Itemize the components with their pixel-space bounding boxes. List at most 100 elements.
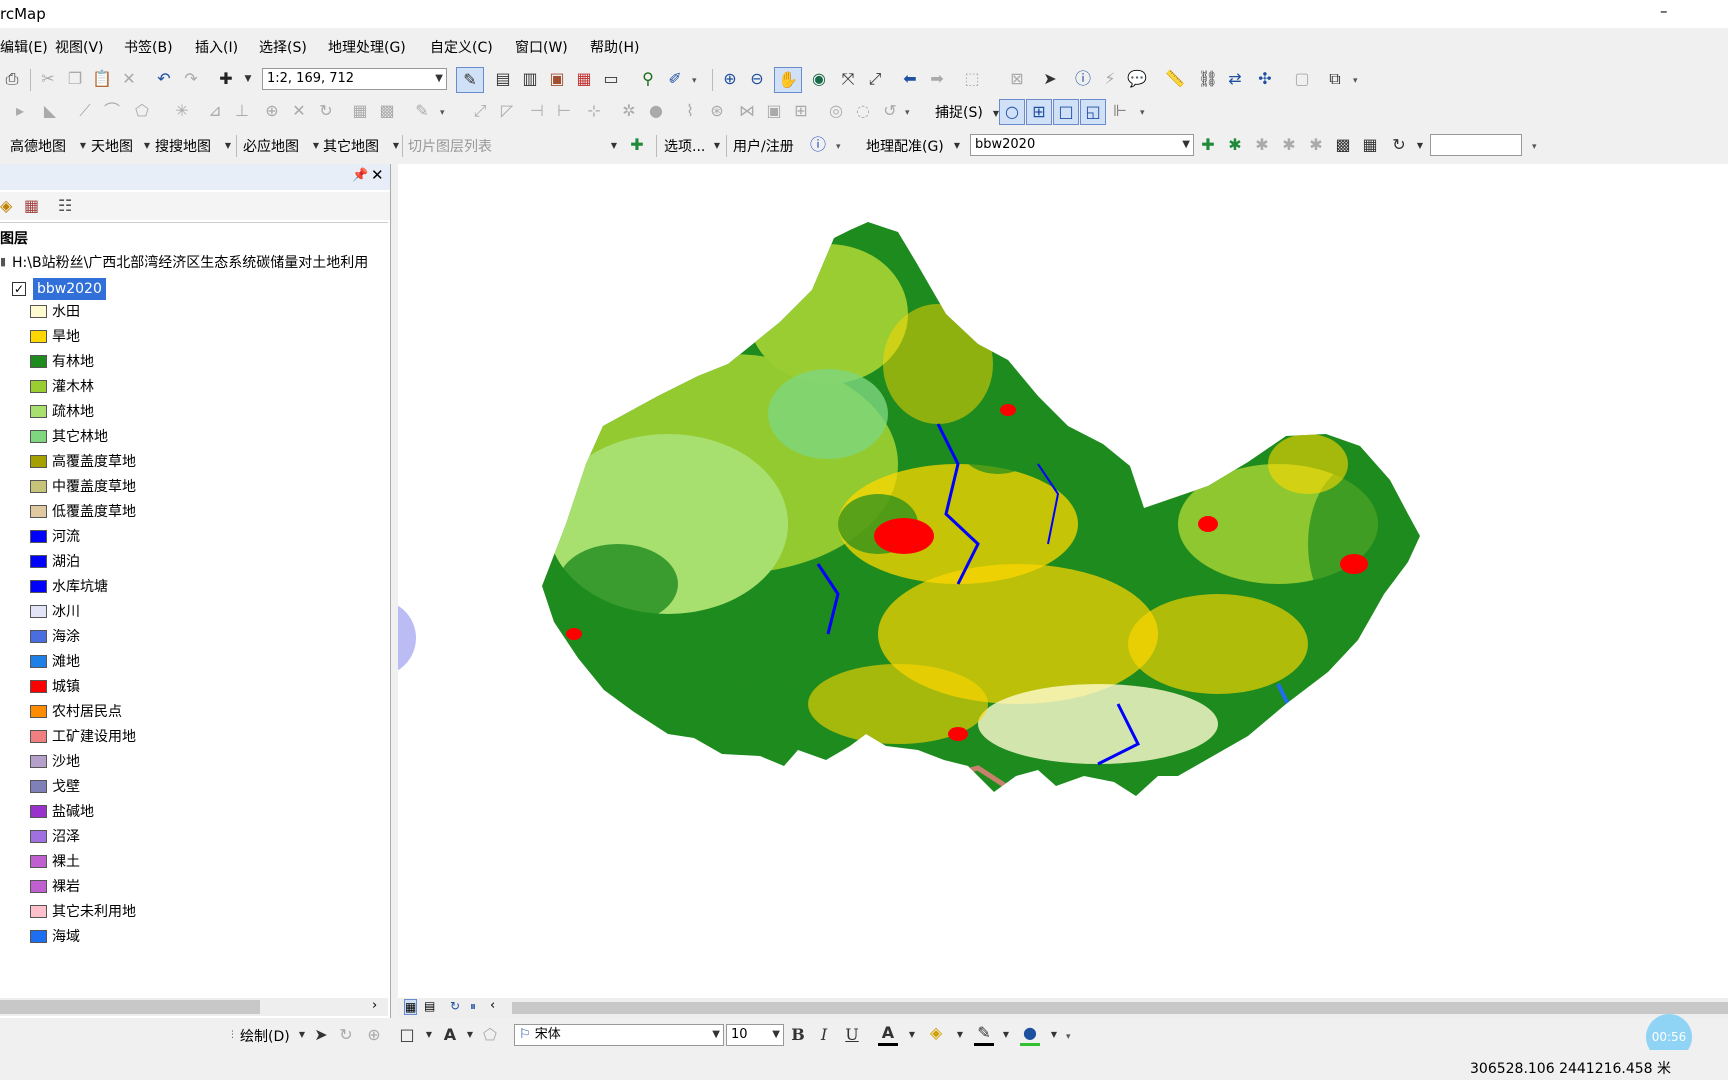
zoom-in-icon[interactable]: ⊕ — [720, 69, 740, 89]
undo-topology-icon[interactable]: ↺ — [880, 101, 900, 121]
legend-swatch[interactable] — [30, 930, 47, 943]
chevron-down-icon[interactable]: ▼ — [950, 1025, 970, 1045]
chevron-down-icon[interactable]: ▼ — [1044, 1025, 1064, 1045]
undo-icon[interactable]: ↶ — [154, 69, 174, 89]
zoom-to-elements-icon[interactable]: ⊕ — [364, 1025, 384, 1045]
legend-swatch[interactable] — [30, 330, 47, 343]
link-table-icon[interactable]: ▦ — [1360, 135, 1380, 155]
legend-swatch[interactable] — [30, 405, 47, 418]
legend-swatch[interactable] — [30, 630, 47, 643]
viewer-icon[interactable]: ▩ — [1333, 135, 1353, 155]
fixed-zoom-in-icon[interactable]: ⤧ — [838, 69, 858, 89]
toolbar-grip-icon[interactable]: ▾ — [1532, 142, 1540, 154]
clear-selection-icon[interactable]: ⊠ — [1007, 69, 1027, 89]
text-tool-icon[interactable]: A — [440, 1025, 460, 1045]
legend-swatch[interactable] — [30, 480, 47, 493]
topology-edit-icon[interactable]: ⋈ — [737, 101, 757, 121]
find-binoculars-icon[interactable]: ⛓ — [1198, 69, 1218, 89]
toolbar-grip-icon[interactable]: ▾ — [1353, 76, 1361, 88]
rotate-georef-icon[interactable]: ✱ — [1252, 135, 1272, 155]
toolbar-grip-icon[interactable]: ▾ — [440, 108, 448, 120]
font-family-combo[interactable]: ⚐ 宋体 ▼ — [514, 1024, 724, 1046]
bold-icon[interactable]: B — [788, 1025, 808, 1045]
menu-edit[interactable]: 编辑(E) — [0, 37, 48, 57]
legend-swatch[interactable] — [30, 830, 47, 843]
chevron-down-icon[interactable]: ▼ — [996, 1025, 1016, 1045]
create-viewer-window-icon[interactable]: ⧉ — [1325, 69, 1345, 89]
map-scale-combo[interactable]: 1:2, 169, 712 ▼ — [262, 68, 447, 90]
list-by-source-icon[interactable]: ▦ — [24, 196, 39, 215]
pause-drawing-icon[interactable]: ⏸ — [470, 999, 476, 1014]
legend-swatch[interactable] — [30, 530, 47, 543]
table-of-contents-icon[interactable]: ▥ — [520, 69, 540, 89]
menu-selection[interactable]: 选择(S) — [259, 37, 307, 57]
menu-customize[interactable]: 自定义(C) — [430, 37, 493, 57]
toolbar-grip-icon[interactable]: ▾ — [1140, 108, 1148, 120]
delete-icon[interactable]: ✕ — [119, 69, 139, 89]
fixed-zoom-out-icon[interactable]: ⤢ — [865, 69, 885, 89]
select-elements-arrow-icon[interactable]: ➤ — [311, 1025, 331, 1045]
cut-polygons-icon[interactable]: ⊥ — [232, 101, 252, 121]
fillet-icon[interactable]: ◸ — [497, 101, 517, 121]
menu-insert[interactable]: 插入(I) — [195, 37, 238, 57]
generalize-icon[interactable]: ● — [646, 101, 666, 121]
scroll-left-icon[interactable]: ‹ — [490, 998, 495, 1013]
shift-georef-icon[interactable]: ✱ — [1279, 135, 1299, 155]
chevron-down-icon[interactable]: ▼ — [419, 1025, 439, 1045]
basemap-gaode[interactable]: 高德地图 — [10, 136, 66, 156]
chevron-down-icon[interactable]: ▼ — [947, 136, 967, 156]
chevron-down-icon[interactable]: ▼ — [1410, 136, 1430, 156]
font-size-combo[interactable]: 10 ▼ — [726, 1024, 784, 1046]
georef-input-field[interactable] — [1430, 134, 1522, 156]
straight-segment-icon[interactable]: ⟋ — [75, 101, 95, 121]
legend-swatch[interactable] — [30, 555, 47, 568]
basemap-bing[interactable]: 必应地图 — [243, 136, 299, 156]
basemap-other[interactable]: 其它地图 — [323, 136, 379, 156]
arc-segment-icon[interactable]: ⌒ — [102, 101, 122, 121]
add-tile-icon[interactable]: ✚ — [627, 135, 647, 155]
edge-snapping-icon[interactable]: ◱ — [1080, 99, 1106, 125]
map-view[interactable] — [340, 164, 1728, 998]
point-snapping-icon[interactable]: ○ — [999, 99, 1025, 125]
find-route-icon[interactable]: ⇄ — [1225, 69, 1245, 89]
legend-swatch[interactable] — [30, 880, 47, 893]
close-icon[interactable]: ✕ — [371, 166, 384, 184]
advanced-edit-icon[interactable]: ⤢ — [470, 101, 490, 121]
legend-swatch[interactable] — [30, 605, 47, 618]
arctoolbox-icon[interactable]: ▣ — [547, 69, 567, 89]
chevron-down-icon[interactable]: ▼ — [902, 1025, 922, 1045]
marker-color-icon[interactable]: ● — [1020, 1023, 1040, 1046]
hyperlink-icon[interactable]: ⚡ — [1100, 69, 1120, 89]
layer-name[interactable]: bbw2020 — [33, 278, 106, 300]
split-line-icon[interactable]: ✕ — [289, 101, 309, 121]
map-horizontal-scrollbar[interactable] — [512, 1002, 1728, 1014]
legend-swatch[interactable] — [30, 430, 47, 443]
legend-swatch[interactable] — [30, 355, 47, 368]
editor-toolbar-icon[interactable]: ✎ — [456, 67, 484, 93]
chevron-down-icon[interactable]: ▼ — [292, 1025, 312, 1045]
edit-vertices-icon[interactable]: ⬠ — [480, 1025, 500, 1045]
edit-annotation-icon[interactable]: ◣ — [40, 101, 60, 121]
search-window-icon[interactable]: ⚲ — [638, 69, 658, 89]
legend-swatch[interactable] — [30, 680, 47, 693]
toolbar-grip-icon[interactable]: ▾ — [1066, 1032, 1074, 1044]
legend-swatch[interactable] — [30, 730, 47, 743]
attributes-icon[interactable]: ▦ — [350, 101, 370, 121]
chevron-down-icon[interactable]: ▼ — [460, 1025, 480, 1045]
underline-icon[interactable]: U — [842, 1025, 862, 1045]
georef-layer-combo[interactable]: bbw2020 ▼ — [970, 134, 1194, 156]
menu-bookmarks[interactable]: 书签(B) — [124, 37, 173, 57]
legend-swatch[interactable] — [30, 755, 47, 768]
data-view-icon[interactable]: ▦ — [404, 999, 418, 1015]
refresh-icon[interactable]: ↻ — [450, 999, 460, 1013]
identify-info-icon[interactable]: ⓘ — [1073, 69, 1093, 89]
toolbar-grip-icon[interactable]: ▾ — [836, 142, 844, 154]
time-slider-icon[interactable]: ▢ — [1292, 69, 1312, 89]
legend-swatch[interactable] — [30, 505, 47, 518]
select-elements-arrow-icon[interactable]: ➤ — [1040, 69, 1060, 89]
full-extent-globe-icon[interactable]: ◉ — [809, 69, 829, 89]
back-arrow-icon[interactable]: ⬅ — [900, 69, 920, 89]
toolbar-grip-icon[interactable]: ▾ — [692, 76, 700, 88]
menu-help[interactable]: 帮助(H) — [590, 37, 639, 57]
legend-swatch[interactable] — [30, 305, 47, 318]
